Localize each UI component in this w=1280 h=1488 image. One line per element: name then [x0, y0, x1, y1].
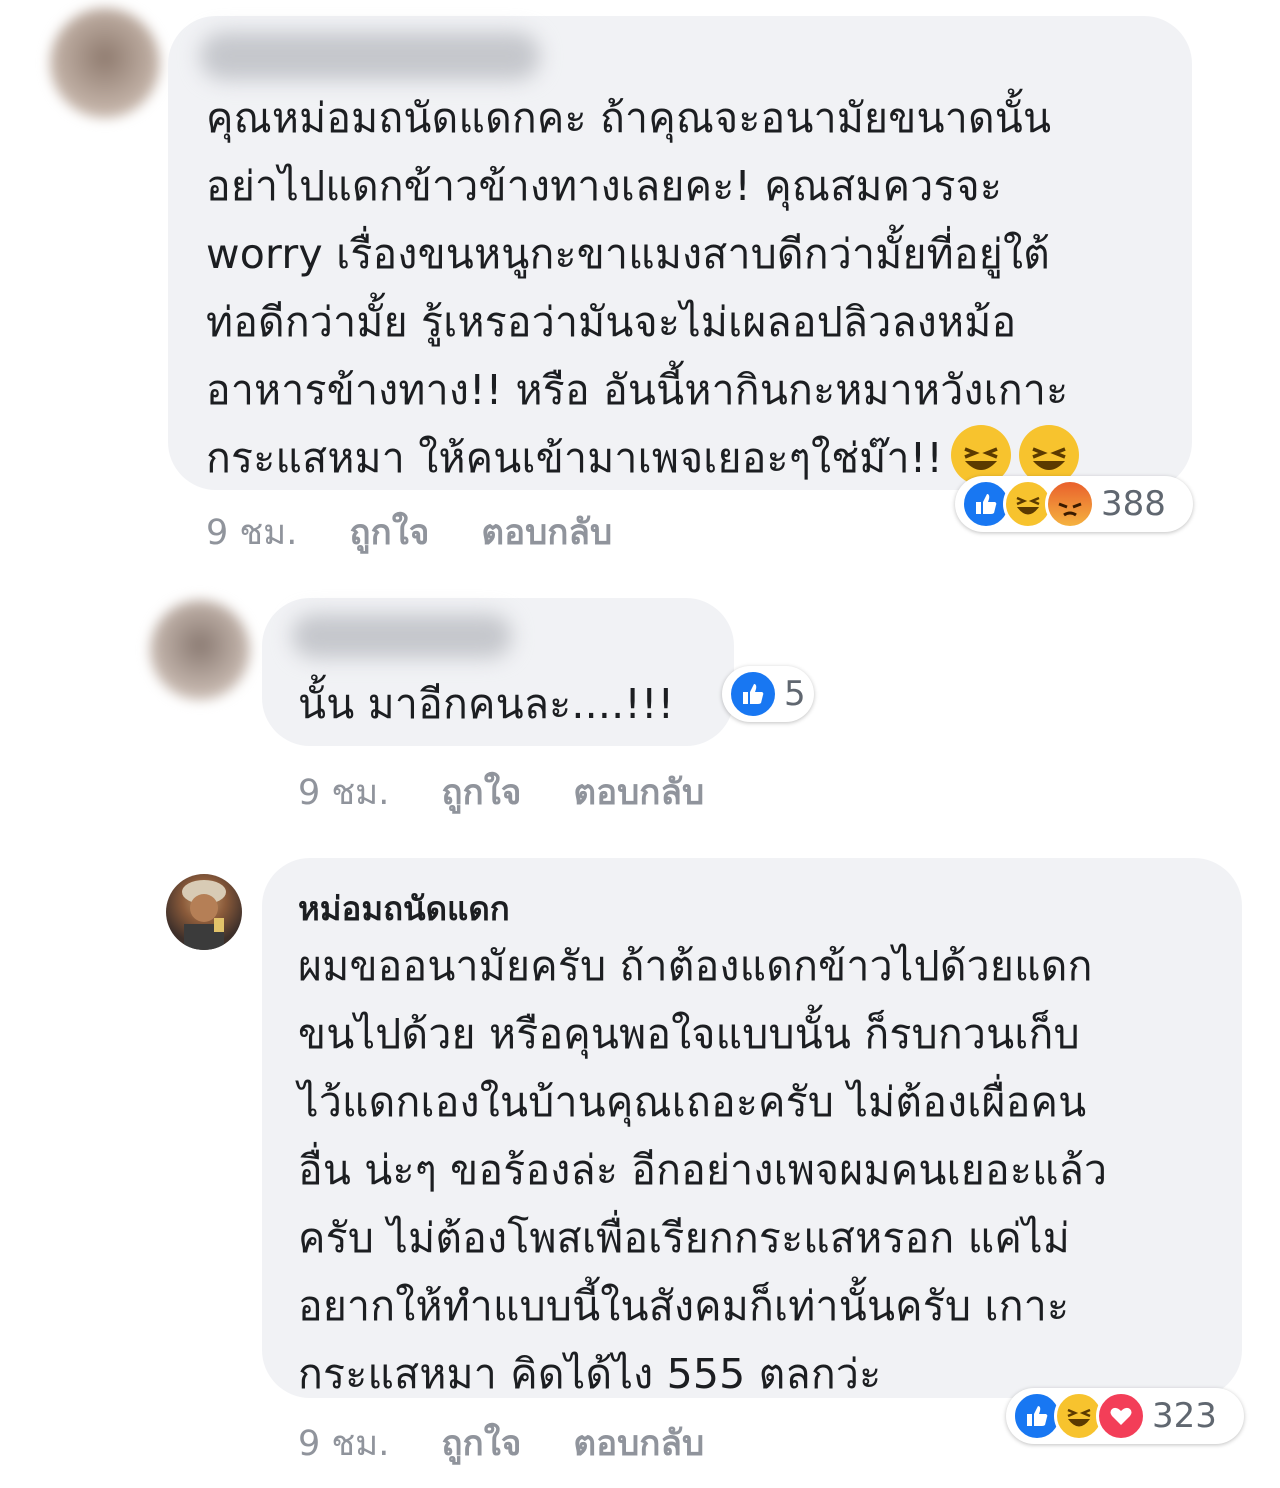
- comment-line: กระแสหมา คิดได้ไง 555 ตลกว่ะ: [298, 1350, 882, 1398]
- reaction-summary[interactable]: 5: [722, 666, 814, 722]
- comment-line: คุณหม่อมถนัดแดกคะ ถ้าคุณจะอนามัยขนาดนั้น: [206, 94, 1052, 142]
- comment-line: ผมขออนามัยครับ ถ้าต้องแดกข้าวไปด้วยแดก: [298, 942, 1093, 990]
- reaction-count: 5: [784, 674, 806, 714]
- comment-meta: 9 ชม. ถูกใจ ตอบกลับ: [206, 505, 664, 560]
- comment-meta: 9 ชม. ถูกใจ ตอบกลับ: [298, 1416, 756, 1471]
- comment-line: ไว้แดกเองในบ้านคุณเถอะครับ ไม่ต้องเผื่อค…: [298, 1078, 1087, 1126]
- reaction-summary[interactable]: 323: [1006, 1388, 1244, 1444]
- like-link[interactable]: ถูกใจ: [441, 765, 521, 820]
- comment-line: อาหารข้างทาง!! หรือ อันนี้หากินกะหมาหวัง…: [206, 366, 1069, 414]
- commenter-name-blurred[interactable]: [292, 614, 512, 658]
- comment-text: นั้น มาอีกคนละ....!!!: [298, 670, 674, 738]
- comment-line: อย่าไปแดกข้าวข้างทางเลยคะ! คุณสมควรจะ: [206, 162, 1003, 210]
- commenter-avatar[interactable]: [50, 8, 160, 118]
- comment-text: ผมขออนามัยครับ ถ้าต้องแดกข้าวไปด้วยแดก ข…: [298, 932, 1107, 1408]
- page-avatar[interactable]: [166, 874, 242, 950]
- comment-line: ครับ ไม่ต้องโพสเพื่อเรียกกระแสหรอก แค่ไม…: [298, 1214, 1070, 1262]
- person-photo-icon: [182, 880, 226, 950]
- love-reaction-icon: [1096, 1391, 1146, 1441]
- comment-time[interactable]: 9 ชม.: [206, 505, 297, 560]
- commenter-name-blurred[interactable]: [200, 32, 540, 80]
- like-link[interactable]: ถูกใจ: [349, 505, 429, 560]
- reaction-summary[interactable]: 388: [955, 476, 1193, 532]
- comment-line: ท่อดีกว่ามั้ย รู้เหรอว่ามันจะไม่เผลอปลิว…: [206, 298, 1017, 346]
- reaction-count: 388: [1101, 484, 1166, 524]
- comment-line: กระแสหมา ให้คนเข้ามาเพจเยอะๆใช่ม๊า!!: [206, 424, 1079, 492]
- comment-meta: 9 ชม. ถูกใจ ตอบกลับ: [298, 765, 756, 820]
- comment-author[interactable]: หม่อมถนัดแดก: [298, 882, 510, 935]
- like-reaction-icon: [728, 669, 778, 719]
- comment-line: นั้น มาอีกคนละ....!!!: [298, 680, 675, 728]
- comment-line: อยากให้ทำแบบนี้ในสังคมก็เท่านั้นครับ เกา…: [298, 1282, 1070, 1330]
- comment-line: ขนไปด้วย หรือคุนพอใจแบบนั้น ก็รบกวนเก็บ: [298, 1010, 1080, 1058]
- comment-line: อื่น น่ะๆ ขอร้องล่ะ อีกอย่างเพจผมคนเยอะแ…: [298, 1146, 1108, 1194]
- commenter-avatar[interactable]: [150, 600, 250, 700]
- reply-link[interactable]: ตอบกลับ: [573, 765, 704, 820]
- angry-reaction-icon: [1045, 479, 1095, 529]
- comment-line: worry เรื่องขนหนูกะขาแมงสาบดีกว่ามั้ยที่…: [206, 230, 1050, 278]
- reply-link[interactable]: ตอบกลับ: [481, 505, 612, 560]
- reaction-count: 323: [1152, 1396, 1217, 1436]
- comment-time[interactable]: 9 ชม.: [298, 1416, 389, 1471]
- like-link[interactable]: ถูกใจ: [441, 1416, 521, 1471]
- comment-time[interactable]: 9 ชม.: [298, 765, 389, 820]
- reply-link[interactable]: ตอบกลับ: [573, 1416, 704, 1471]
- comment-text: คุณหม่อมถนัดแดกคะ ถ้าคุณจะอนามัยขนาดนั้น…: [206, 84, 1079, 492]
